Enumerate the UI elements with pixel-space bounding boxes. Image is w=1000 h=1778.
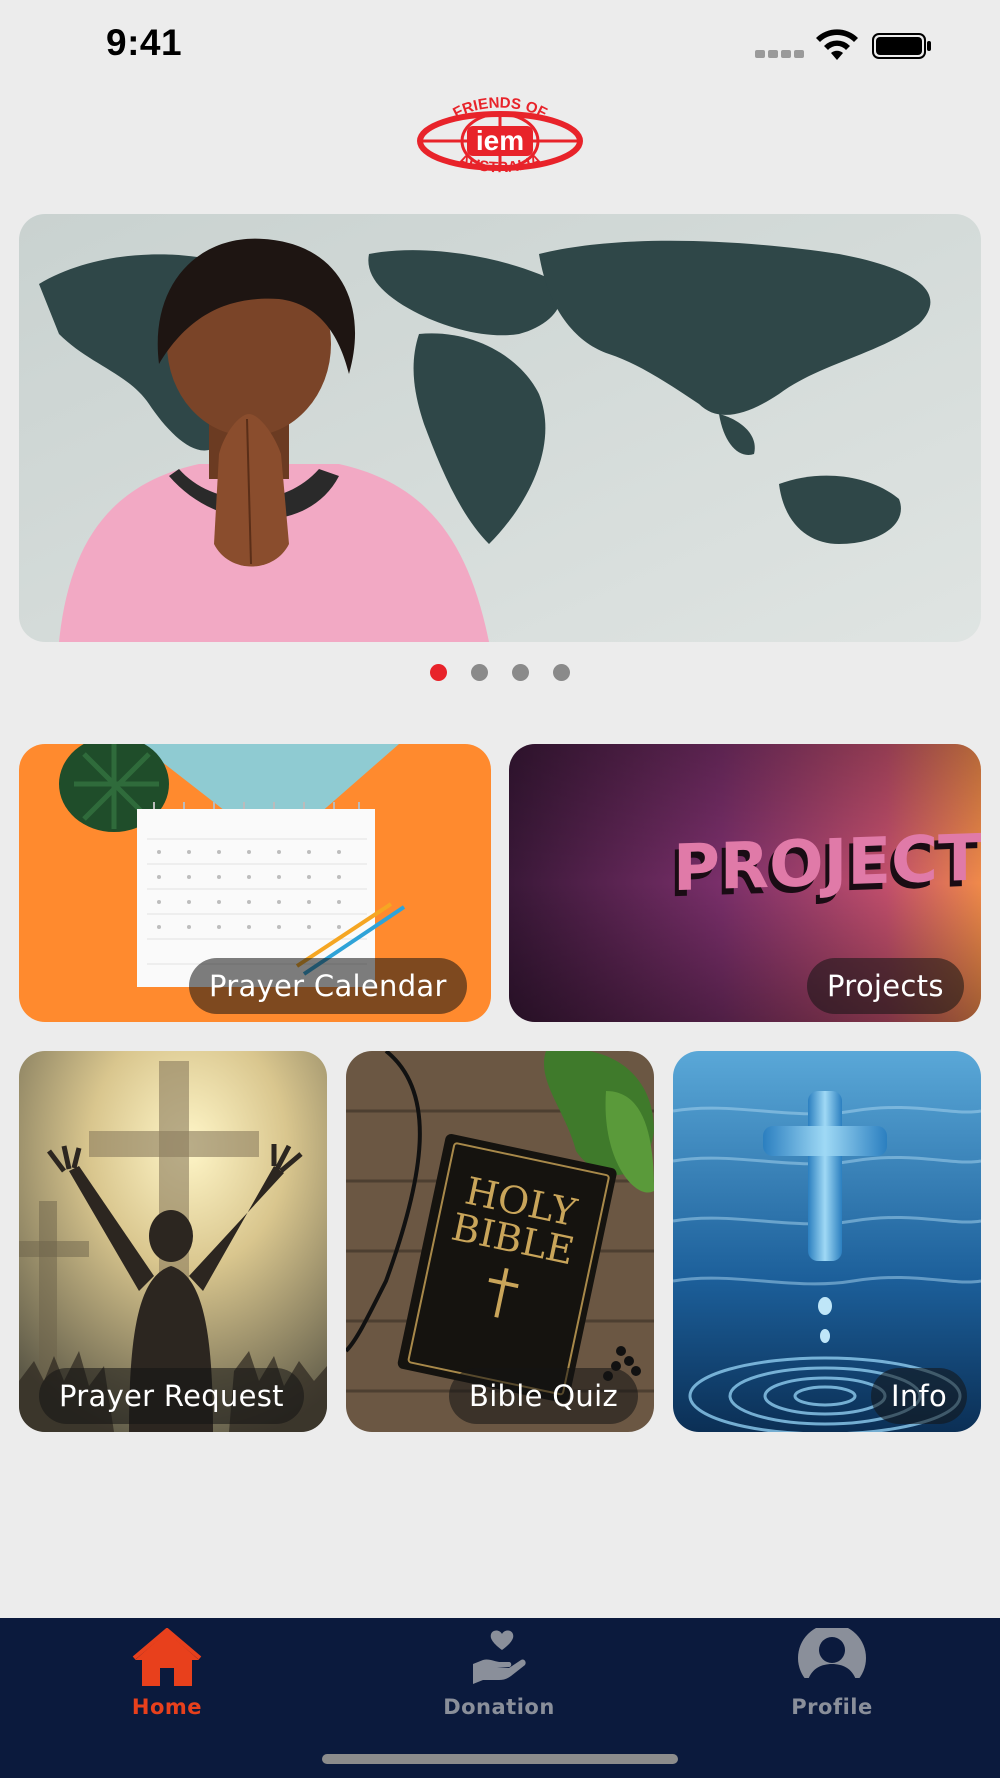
battery-icon (872, 33, 931, 59)
carousel-dot[interactable] (553, 664, 570, 681)
tile-projects[interactable]: PROJECTS PROJECTS Projects (509, 744, 981, 1022)
logo-center-text: iem (476, 125, 524, 156)
cellular-signal-icon (755, 50, 805, 58)
praying-child-world-map-image (19, 214, 981, 642)
tile-label: Bible Quiz (449, 1368, 638, 1424)
carousel-dot[interactable] (512, 664, 529, 681)
hero-carousel-slide[interactable] (19, 214, 981, 642)
donation-icon (473, 1630, 526, 1684)
nav-label-profile: Profile (791, 1695, 873, 1719)
tile-label: Info (871, 1368, 968, 1424)
tile-label: Prayer Request (39, 1368, 304, 1424)
nav-item-home[interactable]: Home (67, 1618, 267, 1738)
nav-item-donation[interactable]: Donation (399, 1618, 599, 1738)
tile-label: Prayer Calendar (189, 958, 467, 1014)
home-icon (132, 1628, 202, 1686)
bottom-navigation-bar: Home Donation Profile (0, 1618, 1000, 1778)
carousel-dot[interactable] (471, 664, 488, 681)
nav-label-donation: Donation (443, 1695, 555, 1719)
projects-image-text: PROJECTS (673, 820, 981, 906)
wifi-icon (816, 29, 858, 60)
tile-label: Projects (807, 958, 964, 1014)
carousel-pagination (0, 664, 1000, 681)
iem-logo: iem FRIENDS OF AUSTRALIA (417, 94, 583, 176)
home-indicator[interactable] (322, 1754, 678, 1764)
nav-label-home: Home (131, 1695, 203, 1719)
nav-item-profile[interactable]: Profile (732, 1618, 932, 1738)
carousel-dot[interactable] (430, 664, 447, 681)
profile-icon (796, 1628, 868, 1686)
tile-prayer-calendar[interactable]: Prayer Calendar (19, 744, 491, 1022)
tile-bible-quiz[interactable]: HOLY BIBLE Bible Quiz (346, 1051, 654, 1432)
status-time: 9:41 (106, 22, 183, 63)
tile-prayer-request[interactable]: Prayer Request (19, 1051, 327, 1432)
tile-info[interactable]: Info (673, 1051, 981, 1432)
